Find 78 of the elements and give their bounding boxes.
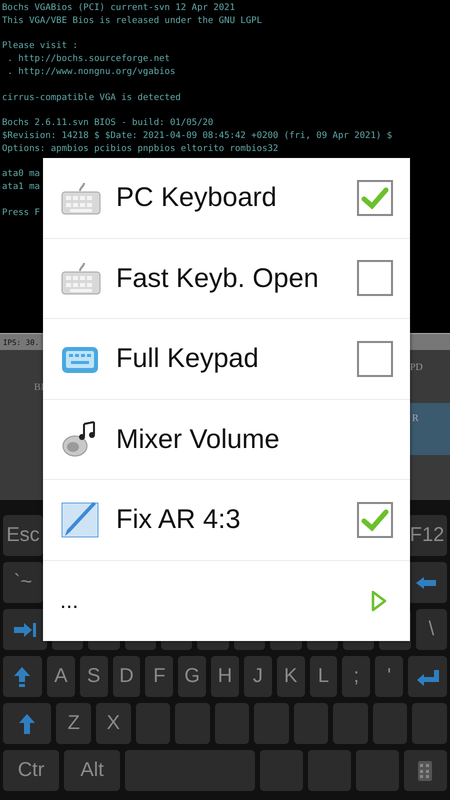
keyboard-key[interactable]: F xyxy=(145,656,174,697)
keyboard-key-blank[interactable] xyxy=(260,750,303,791)
keyboard-key[interactable]: Esc xyxy=(3,515,43,556)
checkbox[interactable] xyxy=(357,340,393,377)
terminal-line: $Revision: 14218 $ $Date: 2021-04-09 08:45:42 +0200 (fri, 09 Apr 2021) $ xyxy=(2,130,392,143)
checkbox[interactable] xyxy=(357,260,393,296)
menu-item-label: Full Keypad xyxy=(116,343,260,374)
panel-label: PD xyxy=(410,362,423,373)
menu-item-label: Mixer Volume xyxy=(116,424,281,455)
keyboard-key-blank[interactable] xyxy=(356,750,399,791)
keyboard-key[interactable]: L xyxy=(310,656,338,697)
shift-key[interactable] xyxy=(3,703,52,744)
caps-lock-key[interactable] xyxy=(3,656,42,697)
checkbox[interactable] xyxy=(357,180,393,216)
keyboard-key[interactable]: \ xyxy=(416,609,448,650)
menu-item[interactable]: PC Keyboard xyxy=(43,158,410,238)
keyboard-key-blank[interactable] xyxy=(254,703,289,744)
keyboard-key[interactable]: H xyxy=(211,656,239,697)
keyboard-key[interactable]: `~ xyxy=(3,562,43,603)
menu-item[interactable]: ... xyxy=(43,560,410,641)
up-arrow-icon xyxy=(18,712,36,734)
up-arrow-icon xyxy=(13,666,32,688)
keyboard-key-blank[interactable] xyxy=(372,703,408,744)
keyboard-key[interactable]: Alt xyxy=(64,750,120,791)
terminal-line: cirrus-compatible VGA is detected xyxy=(2,92,181,104)
menu-item-label: Fast Keyb. Open xyxy=(116,262,320,294)
keyboard-key-blank[interactable] xyxy=(308,750,351,791)
terminal-line: . http://www.nongnu.org/vgabios xyxy=(6,66,176,79)
menu-item[interactable]: Full Keypad xyxy=(43,319,410,400)
more-label: ... xyxy=(60,588,78,614)
keyboard-key-blank[interactable] xyxy=(175,703,210,744)
menu-item[interactable]: Mixer Volume xyxy=(43,400,410,480)
right-triangle-icon xyxy=(370,588,388,613)
keyboard-icon xyxy=(417,760,434,782)
terminal-line: . http://bochs.sourceforge.net xyxy=(6,53,170,66)
terminal-line: ata1 ma xyxy=(2,181,40,194)
keyboard-key-blank[interactable] xyxy=(333,703,368,744)
left-arrow-icon xyxy=(414,574,438,590)
panel-button[interactable]: R xyxy=(408,403,450,455)
terminal-line: Press F xyxy=(2,206,40,220)
menu-item[interactable]: Fix AR 4:3 xyxy=(43,480,410,560)
keyboard-key[interactable]: A xyxy=(46,656,75,697)
keyboard-key[interactable]: D xyxy=(112,656,140,697)
terminal-line: Bochs 2.6.11.svn BIOS - build: 01/05/20 xyxy=(2,117,214,130)
tab-arrow-icon xyxy=(12,622,38,638)
checkbox[interactable] xyxy=(357,502,393,538)
space-key[interactable] xyxy=(125,750,254,791)
terminal-line: ata0 ma xyxy=(2,168,40,182)
menu-item[interactable]: Fast Keyb. Open xyxy=(43,238,410,319)
keyboard-key[interactable]: Ctr xyxy=(3,750,60,791)
keyboard-key-blank[interactable] xyxy=(412,703,448,744)
keyboard-key-blank[interactable] xyxy=(214,703,250,744)
keyboard-key[interactable]: J xyxy=(244,656,272,697)
enter-arrow-icon xyxy=(414,668,441,686)
terminal-line: Please visit : xyxy=(2,40,78,54)
terminal-line: Options: apmbios pcibios pnpbios eltorito rombios32 xyxy=(2,142,278,156)
keyboard-key[interactable]: K xyxy=(276,656,305,697)
keyboard-key[interactable]: F12 xyxy=(407,515,447,556)
keyboard-key-blank[interactable] xyxy=(294,703,328,744)
enter-key[interactable] xyxy=(408,656,448,697)
tab-key[interactable] xyxy=(3,609,47,650)
panel-label: BI xyxy=(34,382,44,393)
keyboard-key[interactable]: G xyxy=(178,656,206,697)
keyboard-key[interactable]: X xyxy=(96,703,131,744)
keyboard-key[interactable]: ' xyxy=(375,656,404,697)
check-icon xyxy=(361,508,389,532)
keyboard-key-blank[interactable] xyxy=(136,703,170,744)
menu-item-label: PC Keyboard xyxy=(116,182,278,214)
keyboard-key[interactable]: S xyxy=(80,656,108,697)
keyboard-icon xyxy=(60,261,102,296)
terminal-line: This VGA/VBE Bios is released under the GNU LGPL xyxy=(2,14,262,28)
keyboard-key[interactable] xyxy=(404,750,447,791)
keyboard-icon xyxy=(60,180,102,215)
keyboard-key[interactable]: Z xyxy=(56,703,91,744)
check-icon xyxy=(361,186,389,210)
terminal-line: Bochs VGABios (PCI) current-svn 12 Apr 2021 xyxy=(2,2,235,15)
menu-item-label: Fix AR 4:3 xyxy=(116,504,242,536)
keyboard-key[interactable]: ; xyxy=(342,656,370,697)
